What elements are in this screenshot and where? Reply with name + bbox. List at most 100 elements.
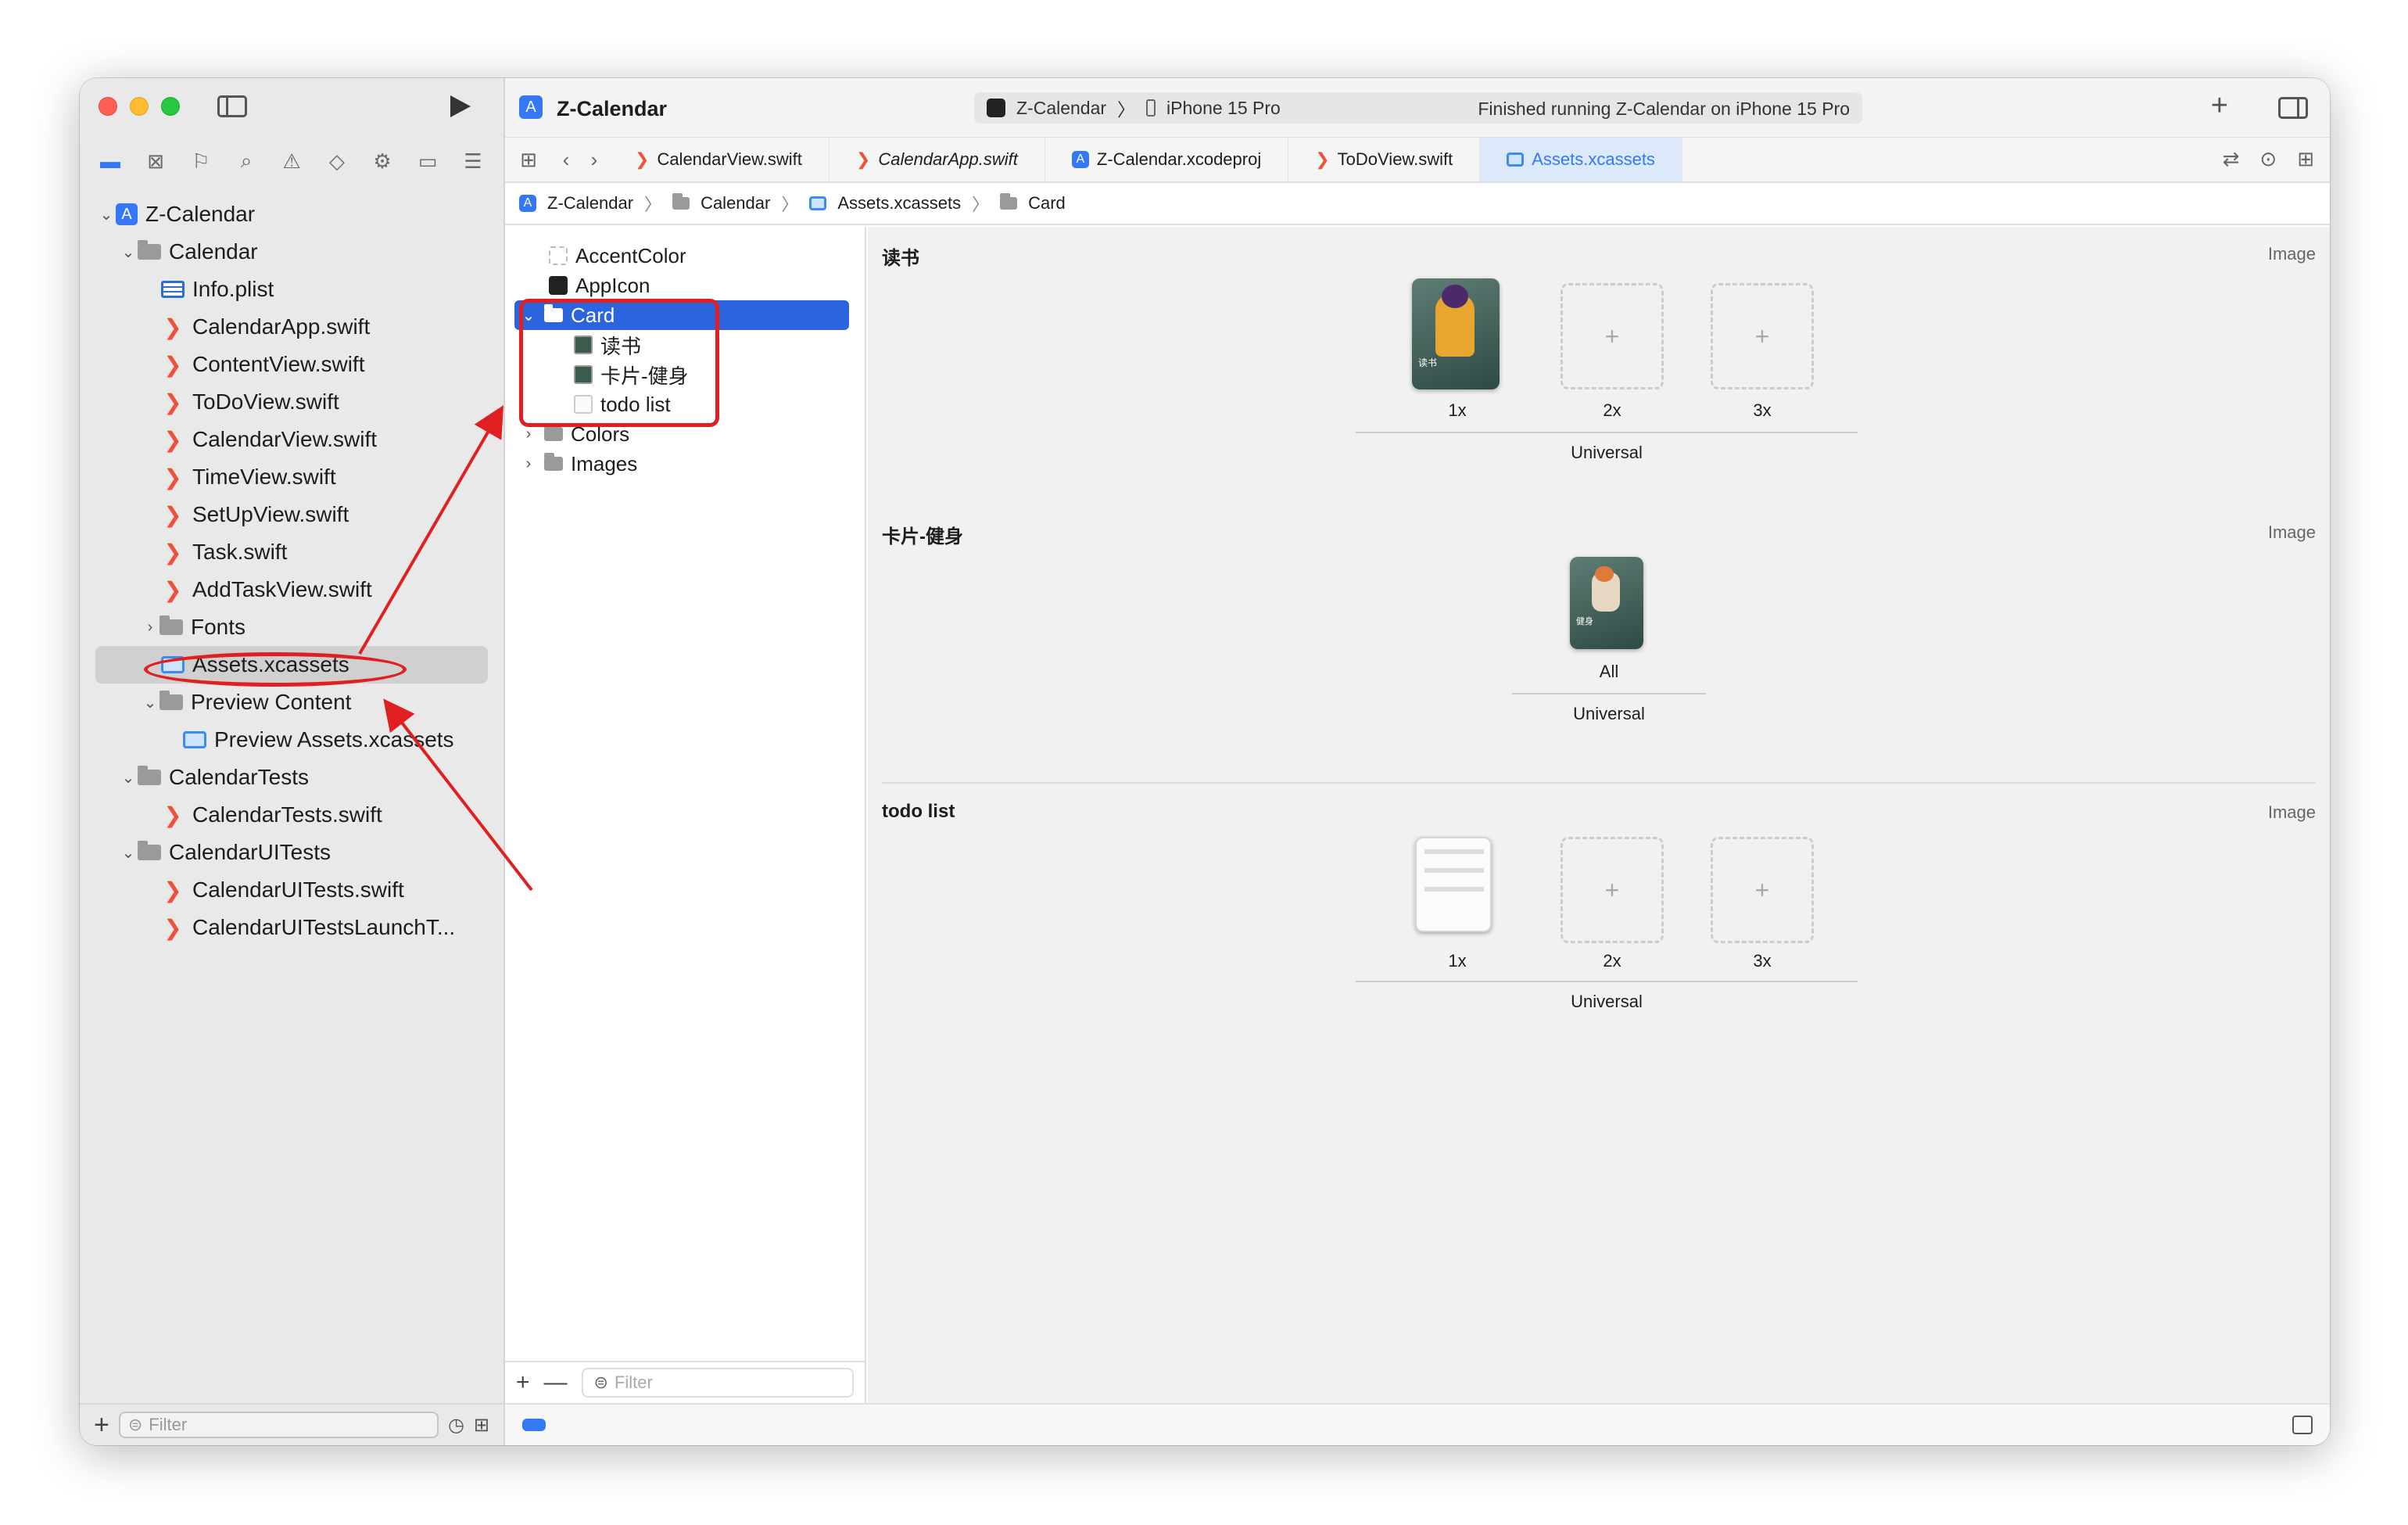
- editor-bottom-bar: [505, 1403, 2330, 1445]
- folder-icon: [159, 691, 183, 710]
- split-editor-icon[interactable]: ⊞: [2297, 147, 2314, 171]
- minimize-window-button[interactable]: [130, 97, 149, 116]
- tree-item-project[interactable]: ⌄ A Z-Calendar: [80, 196, 503, 233]
- tree-item-file[interactable]: ❯ CalendarUITests.swift: [80, 871, 503, 909]
- image-set-title: 卡片-健身: [882, 526, 963, 547]
- breadcrumb-item[interactable]: Z-Calendar: [547, 193, 633, 214]
- tree-item-file[interactable]: Info.plist: [80, 271, 503, 308]
- tab-assets[interactable]: Assets.xcassets: [1480, 138, 1682, 181]
- tree-item-file[interactable]: ❯ SetUpView.swift: [80, 496, 503, 533]
- breadcrumb-item[interactable]: Card: [1028, 193, 1066, 214]
- tree-item-folder[interactable]: ⌄ Calendar: [80, 233, 503, 271]
- image-set-type: Image: [2267, 522, 2316, 542]
- chevron-down-icon[interactable]: ⌄: [97, 205, 116, 224]
- todo-list-thumbnail: [1415, 837, 1492, 932]
- swift-file-icon: ❯: [163, 877, 182, 902]
- navigator-sidebar: ▬ ⊠ ⚐ ⌕ ⚠ ◇ ⚙ ▭ ☰ ⌄ A Z-Calendar ⌄ Calen…: [80, 78, 505, 1445]
- slot-1x[interactable]: [1415, 837, 1496, 934]
- run-button[interactable]: [450, 95, 471, 117]
- zoom-window-button[interactable]: [161, 97, 180, 116]
- tree-item-file[interactable]: Preview Assets.xcassets: [80, 721, 503, 759]
- navigator-filter-input[interactable]: ⊜ Filter: [118, 1412, 439, 1438]
- find-icon[interactable]: ⌕: [231, 149, 262, 174]
- scm-filter-icon[interactable]: ⊞: [474, 1414, 489, 1437]
- tab-calendarview[interactable]: ❯ CalendarView.swift: [608, 138, 830, 181]
- device-selector[interactable]: iPhone 15 Pro: [1166, 98, 1281, 119]
- grid-icon[interactable]: ⊞: [505, 148, 552, 172]
- bookmark-icon[interactable]: ⚐: [185, 149, 217, 174]
- chevron-right-icon[interactable]: ›: [141, 619, 159, 637]
- forward-icon[interactable]: ›: [580, 148, 608, 172]
- asset-item-appicon[interactable]: AppIcon: [505, 271, 865, 300]
- recent-files-icon[interactable]: ◷: [448, 1414, 464, 1437]
- slot-label: 1x: [1448, 951, 1467, 971]
- inspector-toggle-icon[interactable]: [2278, 97, 2308, 119]
- slot-3x[interactable]: +: [1711, 283, 1814, 389]
- tree-item-file[interactable]: ❯ ToDoView.swift: [80, 383, 503, 421]
- slot-label: 2x: [1603, 951, 1621, 971]
- project-navigator-icon[interactable]: ▬: [95, 149, 126, 174]
- asset-catalog-icon: [809, 196, 827, 210]
- chevron-right-icon[interactable]: ›: [519, 455, 538, 473]
- slot-3x[interactable]: +: [1711, 837, 1814, 943]
- report-icon[interactable]: ☰: [457, 149, 489, 174]
- scheme-icon: [987, 99, 1005, 117]
- image-set-fitness: 卡片-健身 Image 健身 All Universal: [882, 505, 2316, 784]
- tree-item-file[interactable]: ❯ ContentView.swift: [80, 346, 503, 383]
- add-file-button[interactable]: +: [94, 1412, 109, 1438]
- asset-item-label: Images: [571, 451, 638, 475]
- tab-label: ToDoView.swift: [1337, 149, 1453, 169]
- tree-item-folder[interactable]: ⌄ CalendarUITests: [80, 834, 503, 871]
- asset-item-images[interactable]: › Images: [505, 449, 865, 479]
- add-asset-button[interactable]: +: [516, 1371, 530, 1394]
- sidebar-toggle-icon[interactable]: [217, 95, 247, 117]
- issue-icon[interactable]: ⚠: [276, 149, 307, 174]
- tab-calendarapp[interactable]: ❯ CalendarApp.swift: [830, 138, 1045, 181]
- slot-1x[interactable]: 读书: [1412, 278, 1503, 393]
- build-status-indicator[interactable]: [522, 1419, 546, 1431]
- slot-2x[interactable]: +: [1561, 283, 1664, 389]
- tree-item-file[interactable]: ❯ CalendarView.swift: [80, 421, 503, 458]
- tree-item-file[interactable]: ❯ CalendarTests.swift: [80, 796, 503, 834]
- tree-item-file[interactable]: ❯ CalendarApp.swift: [80, 308, 503, 346]
- chevron-down-icon[interactable]: ⌄: [119, 768, 138, 788]
- tree-item-folder[interactable]: ⌄ Preview Content: [80, 684, 503, 721]
- tab-xcodeproj[interactable]: A Z-Calendar.xcodeproj: [1045, 138, 1289, 181]
- tree-item-file[interactable]: ❯ CalendarUITestsLaunchT...: [80, 909, 503, 946]
- chevron-down-icon[interactable]: ⌄: [119, 843, 138, 863]
- chevron-down-icon[interactable]: ⌄: [119, 242, 138, 262]
- tab-todoview[interactable]: ❯ ToDoView.swift: [1288, 138, 1481, 181]
- close-window-button[interactable]: [99, 97, 117, 116]
- related-items-icon[interactable]: ⇄: [2223, 147, 2240, 171]
- tree-item-file[interactable]: ❯ Task.swift: [80, 533, 503, 571]
- scheme-selector[interactable]: Z-Calendar: [1016, 98, 1106, 119]
- chevron-down-icon[interactable]: ⌄: [141, 693, 159, 712]
- test-icon[interactable]: ◇: [321, 149, 353, 174]
- swift-file-icon: ❯: [163, 802, 182, 827]
- swift-file-icon: ❯: [855, 149, 871, 169]
- activity-viewer[interactable]: Z-Calendar 〉 iPhone 15 Pro Finished runn…: [974, 92, 1862, 124]
- remove-asset-button[interactable]: —: [544, 1371, 568, 1394]
- slot-2x[interactable]: +: [1561, 837, 1664, 943]
- tree-item-file[interactable]: ❯ TimeView.swift: [80, 458, 503, 496]
- back-icon[interactable]: ‹: [552, 148, 580, 172]
- debug-icon[interactable]: ⚙: [367, 149, 398, 174]
- tree-item-folder[interactable]: › Fonts: [80, 608, 503, 646]
- breadcrumb-item[interactable]: Calendar: [701, 193, 770, 214]
- breadcrumb-item[interactable]: Assets.xcassets: [837, 193, 961, 214]
- tree-item-folder[interactable]: ⌄ CalendarTests: [80, 759, 503, 796]
- breakpoint-icon[interactable]: ▭: [412, 149, 443, 174]
- divider: [1356, 981, 1858, 982]
- slot-all[interactable]: 健身: [1570, 557, 1648, 654]
- tab-label: CalendarView.swift: [657, 149, 802, 169]
- slot-label: 3x: [1753, 951, 1772, 971]
- asset-item-accentcolor[interactable]: AccentColor: [505, 241, 865, 271]
- source-control-icon[interactable]: ⊠: [140, 149, 171, 174]
- more-options-icon[interactable]: ⊙: [2259, 147, 2277, 171]
- debug-area-toggle-icon[interactable]: [2292, 1416, 2313, 1434]
- add-library-button[interactable]: +: [2211, 89, 2228, 123]
- tree-item-file[interactable]: ❯ AddTaskView.swift: [80, 571, 503, 608]
- chevron-right-icon[interactable]: ›: [519, 425, 538, 443]
- tree-item-label: CalendarUITests.swift: [192, 877, 404, 902]
- asset-filter-input[interactable]: ⊜ Filter: [581, 1368, 854, 1398]
